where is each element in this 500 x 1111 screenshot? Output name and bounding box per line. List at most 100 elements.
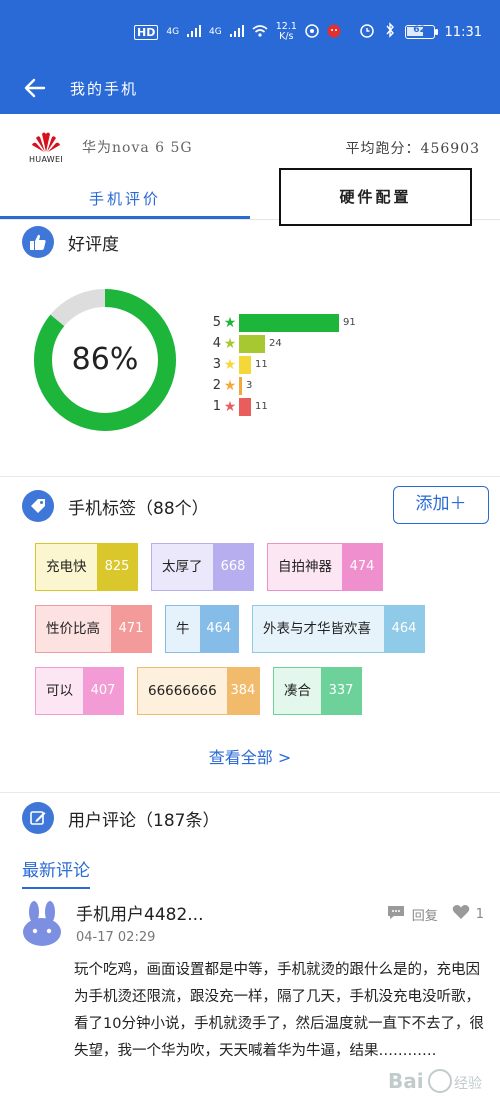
watermark-logo: Bai 经验 <box>386 1062 486 1100</box>
svg-text:Bai: Bai <box>388 1069 424 1093</box>
red-app-icon <box>327 24 341 41</box>
star-bar <box>239 334 265 353</box>
star-row: 2 ★ 3 <box>210 375 356 396</box>
tag-label: 太厚了 <box>162 559 203 575</box>
star-level: 1 <box>212 399 221 414</box>
reviews-header: 用户评论（187条） <box>22 802 219 834</box>
tab-phone-review[interactable]: 手机评价 <box>0 180 250 219</box>
divider <box>0 792 500 793</box>
review-date: 04-17 02:29 <box>76 930 156 945</box>
rating-header: 好评度 <box>22 226 119 258</box>
tag-chip[interactable]: 太厚了 668 <box>151 543 254 591</box>
rating-title: 好评度 <box>68 234 119 255</box>
brand-wordmark: HUAWEI <box>28 155 64 164</box>
huawei-logo: HUAWEI <box>22 123 70 171</box>
tags-title: 手机标签（88个） <box>68 498 209 519</box>
star-icon: ★ <box>223 335 237 352</box>
add-tag-button[interactable]: 添加＋ <box>393 486 489 524</box>
tag-chip[interactable]: 66666666 384 <box>137 667 260 715</box>
star-count: 3 <box>246 380 253 391</box>
star-level: 2 <box>212 378 221 393</box>
avatar[interactable] <box>18 900 66 948</box>
tag-count: 384 <box>226 668 259 714</box>
phone-model: 华为nova 6 5G <box>82 140 193 156</box>
heart-icon[interactable] <box>452 904 470 924</box>
tag-label: 可以 <box>46 683 73 699</box>
tag-label: 充电快 <box>46 559 87 575</box>
tag-icon <box>22 490 54 522</box>
rating-donut: 86% <box>30 285 180 435</box>
star-count: 24 <box>269 338 282 349</box>
tag-label: 性价比高 <box>46 621 100 637</box>
tag-label: 凑合 <box>284 683 311 699</box>
like-count: 1 <box>475 906 484 922</box>
signal-label-1: 4G <box>166 27 180 37</box>
star-icon: ★ <box>223 314 237 331</box>
tags-header: 手机标签（88个） <box>22 490 209 522</box>
star-count: 11 <box>255 401 268 412</box>
tag-label: 66666666 <box>148 683 217 699</box>
clock: 11:31 <box>444 24 482 40</box>
tag-count: 474 <box>342 544 382 590</box>
tag-label: 自拍神器 <box>278 559 332 575</box>
review-username[interactable]: 手机用户4482... <box>76 900 203 925</box>
tag-count: 668 <box>213 544 253 590</box>
star-bar <box>239 355 251 374</box>
star-count: 91 <box>343 317 356 328</box>
signal-icon-2 <box>229 24 244 40</box>
wifi-icon <box>252 24 268 41</box>
reply-button[interactable]: 回复 <box>412 905 438 924</box>
star-icon: ★ <box>223 377 237 394</box>
tag-label: 外表与才华皆欢喜 <box>263 621 371 637</box>
star-level: 3 <box>212 357 221 372</box>
star-bar <box>239 397 251 416</box>
tag-count: 464 <box>199 606 238 652</box>
thumbs-up-icon <box>22 226 54 258</box>
tag-chip[interactable]: 性价比高 471 <box>35 605 152 653</box>
status-icons-right: 62 11:31 <box>359 22 482 42</box>
battery-level: 62 <box>413 25 426 35</box>
edit-icon <box>22 802 54 834</box>
app-notify-icon <box>305 23 319 41</box>
tag-chip[interactable]: 自拍神器 474 <box>267 543 383 591</box>
tag-chip[interactable]: 外表与才华皆欢喜 464 <box>252 605 425 653</box>
star-level: 5 <box>212 315 221 330</box>
see-all-link[interactable]: 查看全部 > <box>0 744 500 768</box>
star-row: 4 ★ 24 <box>210 333 356 354</box>
battery-icon: 62 <box>404 25 438 39</box>
tag-chip[interactable]: 牛 464 <box>165 605 239 653</box>
star-bar <box>239 313 339 332</box>
tab-bar: 手机评价 硬件配置 <box>0 168 500 226</box>
tag-chip[interactable]: 凑合 337 <box>273 667 362 715</box>
bluetooth-icon <box>385 22 395 42</box>
back-arrow-icon <box>24 78 46 98</box>
back-button[interactable] <box>12 65 58 111</box>
star-icon: ★ <box>223 356 237 373</box>
status-bar: HD 4G 4G 12.1 K/s 62 11:31 <box>0 0 500 62</box>
latest-reviews-label[interactable]: 最新评论 <box>22 856 90 889</box>
star-bar <box>239 376 242 395</box>
star-row: 1 ★ 11 <box>210 396 356 417</box>
status-icons-left: HD 4G 4G 12.1 K/s <box>134 22 341 42</box>
star-row: 5 ★ 91 <box>210 312 356 333</box>
tag-count: 464 <box>384 606 424 652</box>
comment-icon[interactable] <box>386 904 406 924</box>
tag-chip[interactable]: 可以 407 <box>35 667 124 715</box>
tag-count: 825 <box>97 544 137 590</box>
network-speed: 12.1 K/s <box>276 22 297 42</box>
star-icon: ★ <box>223 398 237 415</box>
review-actions: 回复 1 <box>386 904 484 924</box>
star-count: 11 <box>255 359 268 370</box>
tag-count: 407 <box>83 668 123 714</box>
average-score: 平均跑分：456903 <box>345 141 480 157</box>
page-title: 我的手机 <box>70 79 139 98</box>
network-speed-unit: K/s <box>279 31 294 42</box>
tab-hardware-config[interactable]: 硬件配置 <box>279 168 472 226</box>
star-level: 4 <box>212 336 221 351</box>
star-distribution: 5 ★ 91 4 ★ 24 3 ★ 11 2 ★ 3 1 ★ 11 <box>210 312 356 417</box>
alarm-icon <box>359 22 375 42</box>
tag-label: 牛 <box>176 621 190 637</box>
signal-icon-1 <box>187 24 202 40</box>
tag-chip[interactable]: 充电快 825 <box>35 543 138 591</box>
app-bar: 我的手机 <box>0 62 500 114</box>
